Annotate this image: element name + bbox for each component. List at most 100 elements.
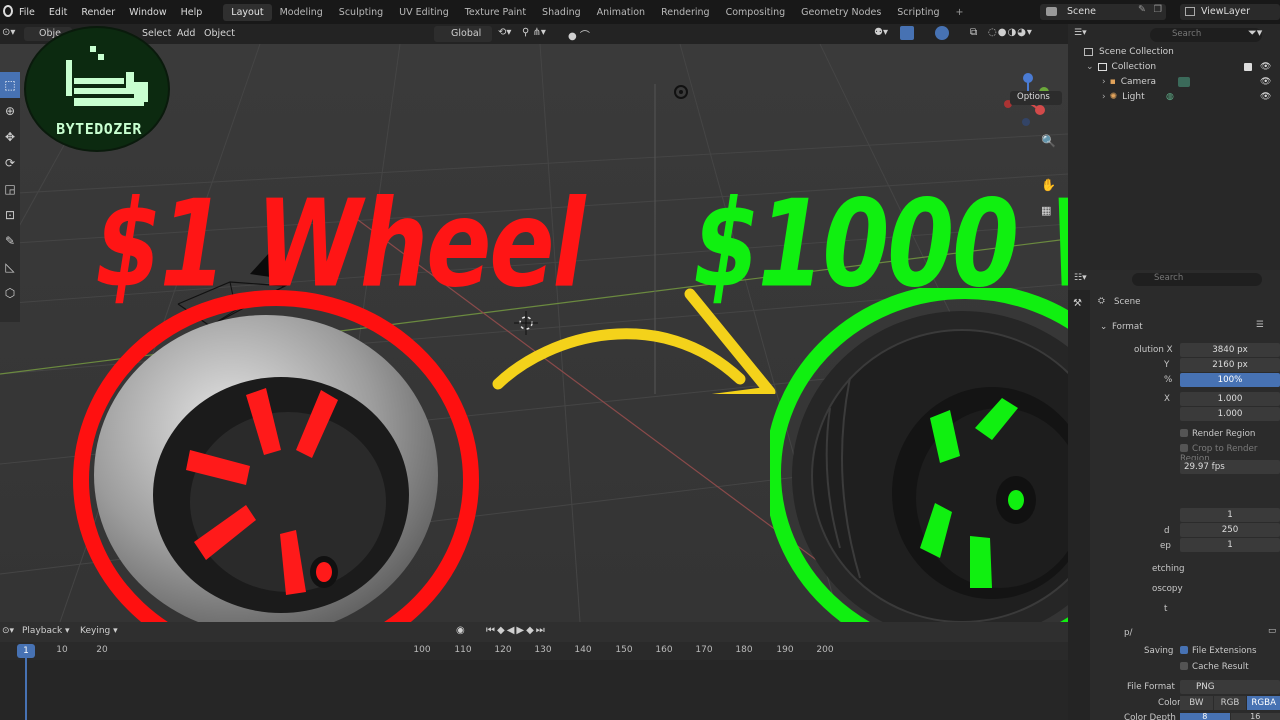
outliner-item-camera[interactable]: › ▪ Camera 👁 (1068, 74, 1280, 89)
menu-window[interactable]: Window (122, 7, 173, 18)
playback-menu[interactable]: Playback ▾ (22, 626, 70, 636)
resolution-x-field[interactable]: 3840 px (1180, 343, 1280, 357)
render-region-check[interactable] (1180, 429, 1188, 437)
scene-selector[interactable]: Scene ✎ ❐ (1040, 4, 1166, 20)
tool-tab-icon[interactable]: ⚒ (1073, 298, 1082, 309)
view-layer-selector[interactable]: ViewLayer (1180, 4, 1280, 20)
cache-result-checkbox[interactable]: Cache Result (1180, 662, 1249, 672)
menu-object[interactable]: Object (204, 28, 235, 39)
tab-layout[interactable]: Layout (223, 3, 272, 21)
frame-rate-dropdown[interactable]: 29.97 fps (1180, 460, 1280, 474)
outliner-collection[interactable]: ⌄ Collection 👁 (1068, 59, 1280, 74)
resolution-y-field[interactable]: 2160 px (1180, 358, 1280, 372)
annotate-tool-icon[interactable]: ✎ (0, 228, 20, 254)
playback-controls[interactable]: ⏮◆◀▶◆⏭ (486, 625, 547, 636)
outliner-item-light[interactable]: › ✺ Light ◍ 👁 (1068, 89, 1280, 104)
add-workspace-button[interactable]: + (948, 4, 972, 21)
stereoscopy-header[interactable]: oscopy (1152, 584, 1183, 594)
properties-search-input[interactable]: Search (1132, 273, 1262, 286)
tab-rendering[interactable]: Rendering (653, 4, 718, 21)
visibility-eye-icon[interactable]: 👁 (1260, 62, 1271, 72)
tab-sculpting[interactable]: Sculpting (331, 4, 391, 21)
visibility-icon[interactable]: ⚉▾ (874, 27, 888, 38)
menu-render[interactable]: Render (74, 7, 122, 18)
color-depth-8[interactable]: 8 (1180, 713, 1230, 720)
frame-start-field[interactable]: 1 (1180, 508, 1280, 522)
folder-icon[interactable]: ▭ (1268, 626, 1276, 636)
file-extensions-check[interactable] (1180, 646, 1188, 654)
output-header[interactable]: t (1164, 604, 1167, 614)
transform-orientation-dropdown[interactable]: Global (434, 26, 492, 42)
output-path-field[interactable]: p/ (1124, 628, 1132, 638)
current-frame-indicator[interactable]: 1 (17, 644, 35, 658)
zoom-icon[interactable]: 🔍 (1041, 134, 1056, 148)
proportional-edit-icon[interactable]: ● ⌒ (568, 27, 590, 42)
aspect-y-field[interactable]: 1.000 (1180, 407, 1280, 421)
cursor-tool-icon[interactable]: ⊕ (0, 98, 20, 124)
blender-logo-icon[interactable] (3, 5, 13, 17)
aspect-x-field[interactable]: 1.000 (1180, 392, 1280, 406)
rotate-tool-icon[interactable]: ⟳ (0, 150, 20, 176)
measure-tool-icon[interactable]: ◺ (0, 254, 20, 280)
color-rgba-option[interactable]: RGBA (1247, 696, 1280, 710)
render-region-checkbox[interactable]: Render Region (1180, 429, 1255, 439)
properties-editor-icon[interactable]: ☷▾ (1074, 273, 1087, 283)
crop-region-check[interactable] (1180, 444, 1188, 452)
menu-edit[interactable]: Edit (42, 7, 74, 18)
tab-geometry-nodes[interactable]: Geometry Nodes (793, 4, 889, 21)
color-bw-option[interactable]: BW (1180, 696, 1213, 710)
menu-add[interactable]: Add (177, 28, 195, 39)
timeline-editor-icon[interactable]: ⊙▾ (2, 626, 14, 636)
timeline-ruler[interactable]: 10 20 100 110 120 130 140 150 160 170 18… (0, 642, 1068, 660)
file-extensions-checkbox[interactable]: File Extensions (1180, 646, 1256, 656)
chevron-right-icon[interactable]: › (1102, 92, 1106, 102)
auto-key-icon[interactable]: ◉ (456, 625, 465, 636)
light-visibility-icon[interactable]: 👁 (1260, 92, 1271, 102)
menu-file[interactable]: File (12, 7, 42, 18)
format-chevron-icon[interactable]: ⌄ (1100, 322, 1107, 332)
color-rgb-option[interactable]: RGB (1213, 696, 1247, 710)
pin-icon[interactable]: ✎ (1138, 4, 1146, 15)
pivot-icon[interactable]: ⟲▾ (498, 27, 511, 38)
exclude-checkbox[interactable] (1244, 62, 1252, 71)
shading-modes[interactable]: ◌●◑◕▾ (988, 27, 1033, 38)
expand-icon[interactable]: ⌄ (1086, 62, 1094, 72)
filter-icon[interactable]: ⏷▾ (1248, 26, 1262, 40)
add-cube-tool-icon[interactable]: ⬡ (0, 280, 20, 306)
tab-uv-editing[interactable]: UV Editing (391, 4, 457, 21)
frame-end-field[interactable]: 250 (1180, 523, 1280, 537)
tab-compositing[interactable]: Compositing (718, 4, 794, 21)
light-object-icon[interactable] (671, 82, 691, 102)
gizmo-toggle-icon[interactable] (900, 26, 914, 40)
time-stretching-header[interactable]: etching (1152, 564, 1184, 574)
transform-tool-icon[interactable]: ⊡ (0, 202, 20, 228)
format-panel-header[interactable]: Format (1112, 322, 1143, 332)
outliner-editor-icon[interactable]: ☰▾ (1074, 28, 1087, 38)
tab-modeling[interactable]: Modeling (272, 4, 331, 21)
keying-menu[interactable]: Keying ▾ (80, 626, 118, 636)
chevron-right-icon[interactable]: › (1102, 77, 1106, 87)
overlay-toggle-icon[interactable] (935, 26, 949, 40)
copy-icon[interactable]: ❐ (1153, 4, 1162, 15)
outliner-search-input[interactable]: Search (1150, 28, 1262, 42)
move-tool-icon[interactable]: ✥ (0, 124, 20, 150)
snap-icon[interactable]: ⚲ ⋔▾ (522, 27, 546, 38)
tab-scripting[interactable]: Scripting (889, 4, 947, 21)
select-tool-icon[interactable]: ⬚ (0, 72, 20, 98)
file-format-dropdown[interactable]: PNG (1180, 680, 1280, 694)
cache-result-check[interactable] (1180, 662, 1188, 670)
color-depth-16[interactable]: 16 (1230, 713, 1280, 720)
resolution-percent-field[interactable]: 100% (1180, 373, 1280, 387)
menu-help[interactable]: Help (174, 7, 210, 18)
presets-icon[interactable]: ☰ (1256, 320, 1264, 330)
tab-shading[interactable]: Shading (534, 4, 589, 21)
options-dropdown[interactable]: Options (1010, 91, 1062, 105)
scale-tool-icon[interactable]: ◲ (0, 176, 20, 202)
tab-texture-paint[interactable]: Texture Paint (457, 4, 534, 21)
editor-type-icon[interactable]: ⊙▾ (2, 27, 15, 38)
xray-icon[interactable]: ⧉ (970, 27, 977, 38)
camera-visibility-icon[interactable]: 👁 (1260, 77, 1271, 87)
frame-step-field[interactable]: 1 (1180, 538, 1280, 552)
outliner-scene-collection[interactable]: Scene Collection (1068, 44, 1280, 59)
tab-animation[interactable]: Animation (589, 4, 653, 21)
